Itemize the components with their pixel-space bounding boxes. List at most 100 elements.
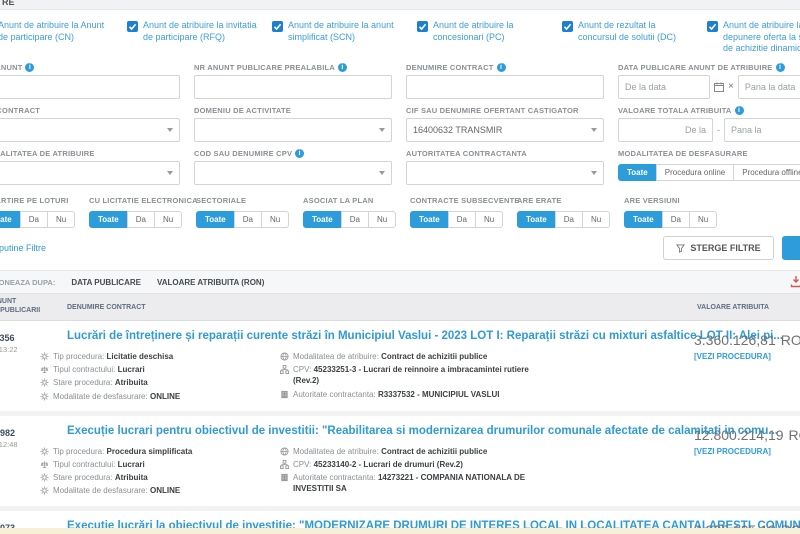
info-icon[interactable] <box>25 63 34 72</box>
info-icon[interactable] <box>497 63 506 72</box>
sort-option-valoare[interactable]: VALOARE ATRIBUITA (RON) <box>157 278 264 287</box>
toggle-contracte-subsecvente: CONTRACTE SUBSECVENTE ToateDaNu <box>410 196 517 228</box>
vezi-procedura-link[interactable]: [VEZI PROCEDURA] <box>694 447 800 456</box>
info-icon[interactable] <box>776 63 785 72</box>
toggle-toate[interactable]: Toate <box>303 211 342 228</box>
checkbox-checked-icon[interactable] <box>127 21 138 32</box>
checkbox-atribuire-pc[interactable]: Anunt de atribuire la concesionari (PC) <box>417 20 562 55</box>
nr-anunt-input[interactable] <box>0 75 180 99</box>
toggle-da[interactable]: Da <box>234 211 262 228</box>
filter-modalitatea-atribuire: MODALITATEA DE ATRIBUIRE <box>0 149 194 185</box>
currency-label: RON <box>781 332 800 348</box>
filter-label: DENUMIRE CONTRACT <box>406 63 494 72</box>
toggle-da[interactable]: Da <box>448 211 476 228</box>
export-icon[interactable] <box>790 275 800 288</box>
tip-contract-select[interactable] <box>0 118 180 142</box>
toggle-toate[interactable]: Toate <box>0 211 21 228</box>
toggle-procedura-offline[interactable]: Procedura offline <box>733 164 800 181</box>
detail-label: Tipul contractului: <box>53 460 115 469</box>
toggle-da[interactable]: Da <box>662 211 690 228</box>
toggle-are-erate: ARE ERATE ToateDaNu <box>517 196 624 228</box>
detail-value: 45233140-2 - Lucrari de drumuri (Rev.2) <box>314 460 463 469</box>
sort-option-data-publicare[interactable]: DATA PUBLICARE <box>71 278 141 287</box>
filter-label: ARE ERATE <box>517 196 562 205</box>
toggle-nu[interactable]: Nu <box>689 211 717 228</box>
select-value: 16400632 TRANSMIR <box>413 125 502 135</box>
info-icon[interactable] <box>295 149 304 158</box>
checkbox-atribuire-rfq[interactable]: Anunt de atribuire la invitatia de parti… <box>127 20 272 55</box>
checkbox-checked-icon[interactable] <box>417 21 428 32</box>
filter-label: CU LICITATIE ELECTRONICA <box>89 196 198 205</box>
toggle-toate[interactable]: Toate <box>89 211 128 228</box>
modalitatea-atribuire-select[interactable] <box>0 161 180 185</box>
filter-label: COD SAU DENUMIRE CPV <box>194 149 292 158</box>
toggle-toate[interactable]: Toate <box>410 211 449 228</box>
date-from-input[interactable] <box>618 75 710 99</box>
contract-title-link[interactable]: Execuție lucrari pentru obiectivul de in… <box>67 425 800 437</box>
calendar-icon[interactable] <box>714 82 724 92</box>
checkbox-checked-icon[interactable] <box>562 21 573 32</box>
sitemap-icon <box>280 365 289 374</box>
detail-value: Atribuita <box>115 378 148 387</box>
checkbox-atribuire-rfda[interactable]: Anunt de atribuire la invitatia depunere… <box>707 20 800 55</box>
checkbox-checked-icon[interactable] <box>707 21 718 32</box>
info-icon[interactable] <box>735 106 744 115</box>
toggle-nu[interactable]: Nu <box>582 211 610 228</box>
toggle-toate[interactable]: Toate <box>517 211 556 228</box>
autoritatea-contractanta-select[interactable] <box>406 161 604 185</box>
detail-value: Atribuita <box>115 473 148 482</box>
currency-label: RON <box>789 427 800 443</box>
scale-icon <box>40 365 49 374</box>
toggle-da[interactable]: Da <box>555 211 583 228</box>
clear-filters-button[interactable]: STERGE FILTRE <box>663 236 773 260</box>
denumire-contract-input[interactable] <box>406 75 604 99</box>
contract-title-link[interactable]: Lucrări de întreținere și reparații cure… <box>67 330 800 342</box>
less-filters-link[interactable]: Mai putine Filtre <box>0 243 46 253</box>
toggle-toate[interactable]: Toate <box>196 211 235 228</box>
detail-label: Modalitatea de atribuire: <box>293 352 379 361</box>
detail-value: R3337532 - MUNICIPIUL VASLUI <box>378 390 500 399</box>
filter-nr-anunt: NR ANUNT <box>0 63 194 99</box>
checkbox-label: Anunt de atribuire la invitatia depunere… <box>723 20 800 55</box>
toggle-da[interactable]: Da <box>127 211 155 228</box>
checkbox-label: Anunt de rezultat la concursul de soluti… <box>578 20 693 43</box>
checkbox-rezultat-dc[interactable]: Anunt de rezultat la concursul de soluti… <box>562 20 707 55</box>
toggle-nu[interactable]: Nu <box>368 211 396 228</box>
clear-date-icon[interactable]: × <box>728 82 734 92</box>
domeniu-activitate-select[interactable] <box>194 118 392 142</box>
toggle-licitatie-electronica: CU LICITATIE ELECTRONICA ToateDaNu <box>89 196 196 228</box>
apply-filters-button[interactable]: FILTREAZA <box>782 236 800 260</box>
checkbox-atribuire-scn[interactable]: Anunt de atribuire la anunt simplificat … <box>272 20 417 55</box>
checkbox-checked-icon[interactable] <box>272 21 283 32</box>
nr-anunt-publicare-input[interactable] <box>194 75 392 99</box>
filter-label: TIP CONTRACT <box>0 106 40 115</box>
valoare-to-input[interactable] <box>724 118 800 142</box>
toggle-toate[interactable]: Toate <box>624 211 663 228</box>
cod-cpv-select[interactable] <box>194 161 392 185</box>
filter-label: CONTRACTE SUBSECVENTE <box>410 196 520 205</box>
result-row: 1102356 2023 13:22 Lucrări de întreținer… <box>0 321 800 416</box>
filter-label: AUTORITATEA CONTRACTANTA <box>406 149 527 158</box>
sort-bar: ORDONEAZA DUPA: DATA PUBLICARE VALOARE A… <box>0 270 800 294</box>
detail-label: Modalitatea de atribuire: <box>293 447 379 456</box>
filter-label: DATA PUBLICARE ANUNT DE ATRIBUIRE <box>618 63 773 72</box>
toggle-nu[interactable]: Nu <box>261 211 289 228</box>
filter-label: IMPARTIRE PE LOTURI <box>0 196 69 205</box>
column-header-data-publicarii: DATA PUBLICARII <box>0 307 67 316</box>
valoare-from-input[interactable] <box>618 118 713 142</box>
toggle-nu[interactable]: Nu <box>154 211 182 228</box>
info-icon[interactable] <box>338 63 347 72</box>
toggle-nu[interactable]: Nu <box>47 211 75 228</box>
vezi-procedura-link[interactable]: [VEZI PROCEDURA] <box>694 352 800 361</box>
toggle-are-versiuni: ARE VERSIUNI ToateDaNu <box>624 196 731 228</box>
toggle-da[interactable]: Da <box>341 211 369 228</box>
toggle-toate[interactable]: Toate <box>618 164 657 181</box>
date-to-input[interactable] <box>738 75 800 99</box>
cif-ofertant-select[interactable]: 16400632 TRANSMIR <box>406 118 604 142</box>
toggle-da[interactable]: Da <box>20 211 48 228</box>
filter-label: NR ANUNT <box>0 63 22 72</box>
toggle-nu[interactable]: Nu <box>475 211 503 228</box>
checkbox-atribuire-cn[interactable]: Anunt de atribuire la Anunt de participa… <box>0 20 127 55</box>
toggle-procedura-online[interactable]: Procedura online <box>656 164 734 181</box>
detail-label: Autoritate contractanta: <box>293 473 376 482</box>
